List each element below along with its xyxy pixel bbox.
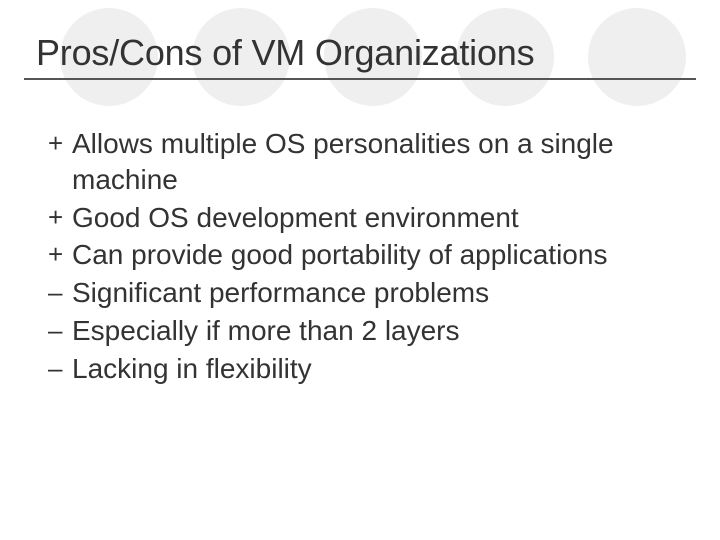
list-item-text: Can provide good portability of applicat…: [72, 237, 660, 273]
slide-content: + Allows multiple OS personalities on a …: [48, 126, 660, 389]
list-item-text: Especially if more than 2 layers: [72, 313, 660, 349]
bg-circle: [588, 8, 686, 106]
title-underline: [24, 78, 696, 80]
list-item-text: Good OS development environment: [72, 200, 660, 236]
bullet-minus-icon: –: [48, 275, 72, 310]
bullet-minus-icon: –: [48, 351, 72, 386]
list-item: – Lacking in flexibility: [48, 351, 660, 387]
list-item-text: Allows multiple OS personalities on a si…: [72, 126, 660, 198]
list-item: – Especially if more than 2 layers: [48, 313, 660, 349]
bullet-plus-icon: +: [48, 237, 72, 272]
list-item-text: Lacking in flexibility: [72, 351, 660, 387]
list-item-text: Significant performance problems: [72, 275, 660, 311]
list-item: + Can provide good portability of applic…: [48, 237, 660, 273]
bullet-plus-icon: +: [48, 200, 72, 235]
bullet-minus-icon: –: [48, 313, 72, 348]
list-item: + Good OS development environment: [48, 200, 660, 236]
list-item: – Significant performance problems: [48, 275, 660, 311]
bullet-plus-icon: +: [48, 126, 72, 161]
list-item: + Allows multiple OS personalities on a …: [48, 126, 660, 198]
slide-title: Pros/Cons of VM Organizations: [36, 32, 534, 74]
